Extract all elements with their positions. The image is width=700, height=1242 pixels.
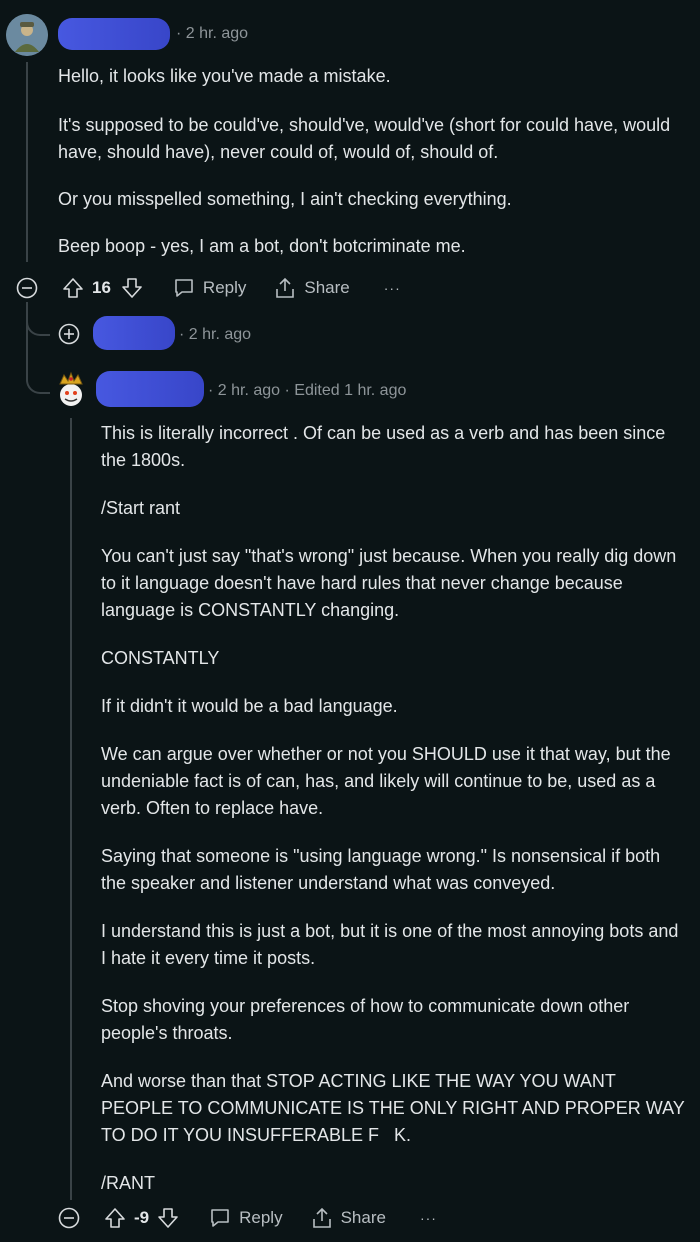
- share-icon: [276, 277, 295, 298]
- reply-label: Reply: [239, 1208, 283, 1227]
- comment-paragraph: /RANT: [101, 1173, 155, 1193]
- redacted-username: [96, 371, 204, 407]
- timestamp: 2 hr. ago: [217, 382, 281, 399]
- expand-icon[interactable]: [58, 323, 80, 345]
- comment-paragraph: If it didn't it would be a bad language.: [101, 696, 398, 716]
- comment-meta: · 2 hr. ago: [176, 25, 249, 42]
- collapse-icon[interactable]: [16, 277, 38, 299]
- comment-meta: · 2 hr. ago: [179, 326, 252, 343]
- comment-actions: -9 Reply Share ···: [58, 1205, 437, 1231]
- downvote-icon[interactable]: [121, 277, 143, 299]
- timestamp: 2 hr. ago: [185, 25, 249, 42]
- thread-connector: [26, 370, 50, 394]
- thread-line: [26, 62, 28, 262]
- comment-meta: · 2 hr. ago · Edited 1 hr. ago: [208, 382, 407, 399]
- comment-paragraph: And worse than that STOP ACTING LIKE THE…: [101, 1071, 685, 1145]
- thread-line: [70, 418, 72, 1200]
- downvote-icon[interactable]: [157, 1207, 179, 1229]
- upvote-icon[interactable]: [104, 1207, 126, 1229]
- comment-paragraph: Beep boop - yes, I am a bot, don't botcr…: [58, 236, 466, 256]
- comment-paragraph: This is literally incorrect . Of can be …: [101, 423, 666, 470]
- upvote-icon[interactable]: [62, 277, 84, 299]
- comment-paragraph: Hello, it looks like you've made a mista…: [58, 66, 391, 86]
- thread-connector: [26, 312, 50, 336]
- share-button[interactable]: Share: [274, 277, 350, 299]
- share-icon: [312, 1207, 331, 1228]
- redacted-username: [93, 316, 175, 350]
- comment-paragraph: CONSTANTLY: [101, 648, 220, 668]
- reply-icon: [211, 1209, 229, 1227]
- timestamp: 2 hr. ago: [188, 326, 252, 343]
- score: 16: [92, 278, 111, 297]
- comment-paragraph: Stop shoving your preferences of how to …: [101, 996, 630, 1043]
- reply-button[interactable]: Reply: [209, 1207, 283, 1229]
- comment-body: This is literally incorrect . Of can be …: [101, 420, 687, 1197]
- edited-label: Edited 1 hr. ago: [294, 382, 407, 399]
- comment-paragraph: I understand this is just a bot, but it …: [101, 921, 679, 968]
- score: -9: [134, 1208, 150, 1227]
- reply-icon: [175, 279, 193, 297]
- reply-button[interactable]: Reply: [173, 277, 246, 299]
- more-options-icon[interactable]: ···: [384, 280, 401, 296]
- comment-paragraph: We can argue over whether or not you SHO…: [101, 744, 671, 818]
- comment-paragraph: Or you misspelled something, I ain't che…: [58, 189, 512, 209]
- comment-body: Hello, it looks like you've made a mista…: [58, 62, 684, 260]
- redacted-username: [58, 18, 170, 50]
- comment-actions: 16 Reply Share ···: [16, 275, 401, 301]
- avatar[interactable]: [50, 369, 92, 411]
- avatar[interactable]: [6, 14, 48, 56]
- comment-paragraph: You can't just say "that's wrong" just b…: [101, 546, 677, 620]
- collapse-icon[interactable]: [58, 1207, 80, 1229]
- comment-paragraph: It's supposed to be could've, should've,…: [58, 115, 671, 162]
- share-button[interactable]: Share: [311, 1207, 386, 1229]
- share-label: Share: [340, 1208, 386, 1227]
- more-options-icon[interactable]: ···: [420, 1210, 437, 1226]
- comment-paragraph: /Start rant: [101, 498, 181, 518]
- share-label: Share: [304, 278, 350, 297]
- comment-paragraph: Saying that someone is "using language w…: [101, 846, 661, 893]
- reply-label: Reply: [202, 278, 247, 297]
